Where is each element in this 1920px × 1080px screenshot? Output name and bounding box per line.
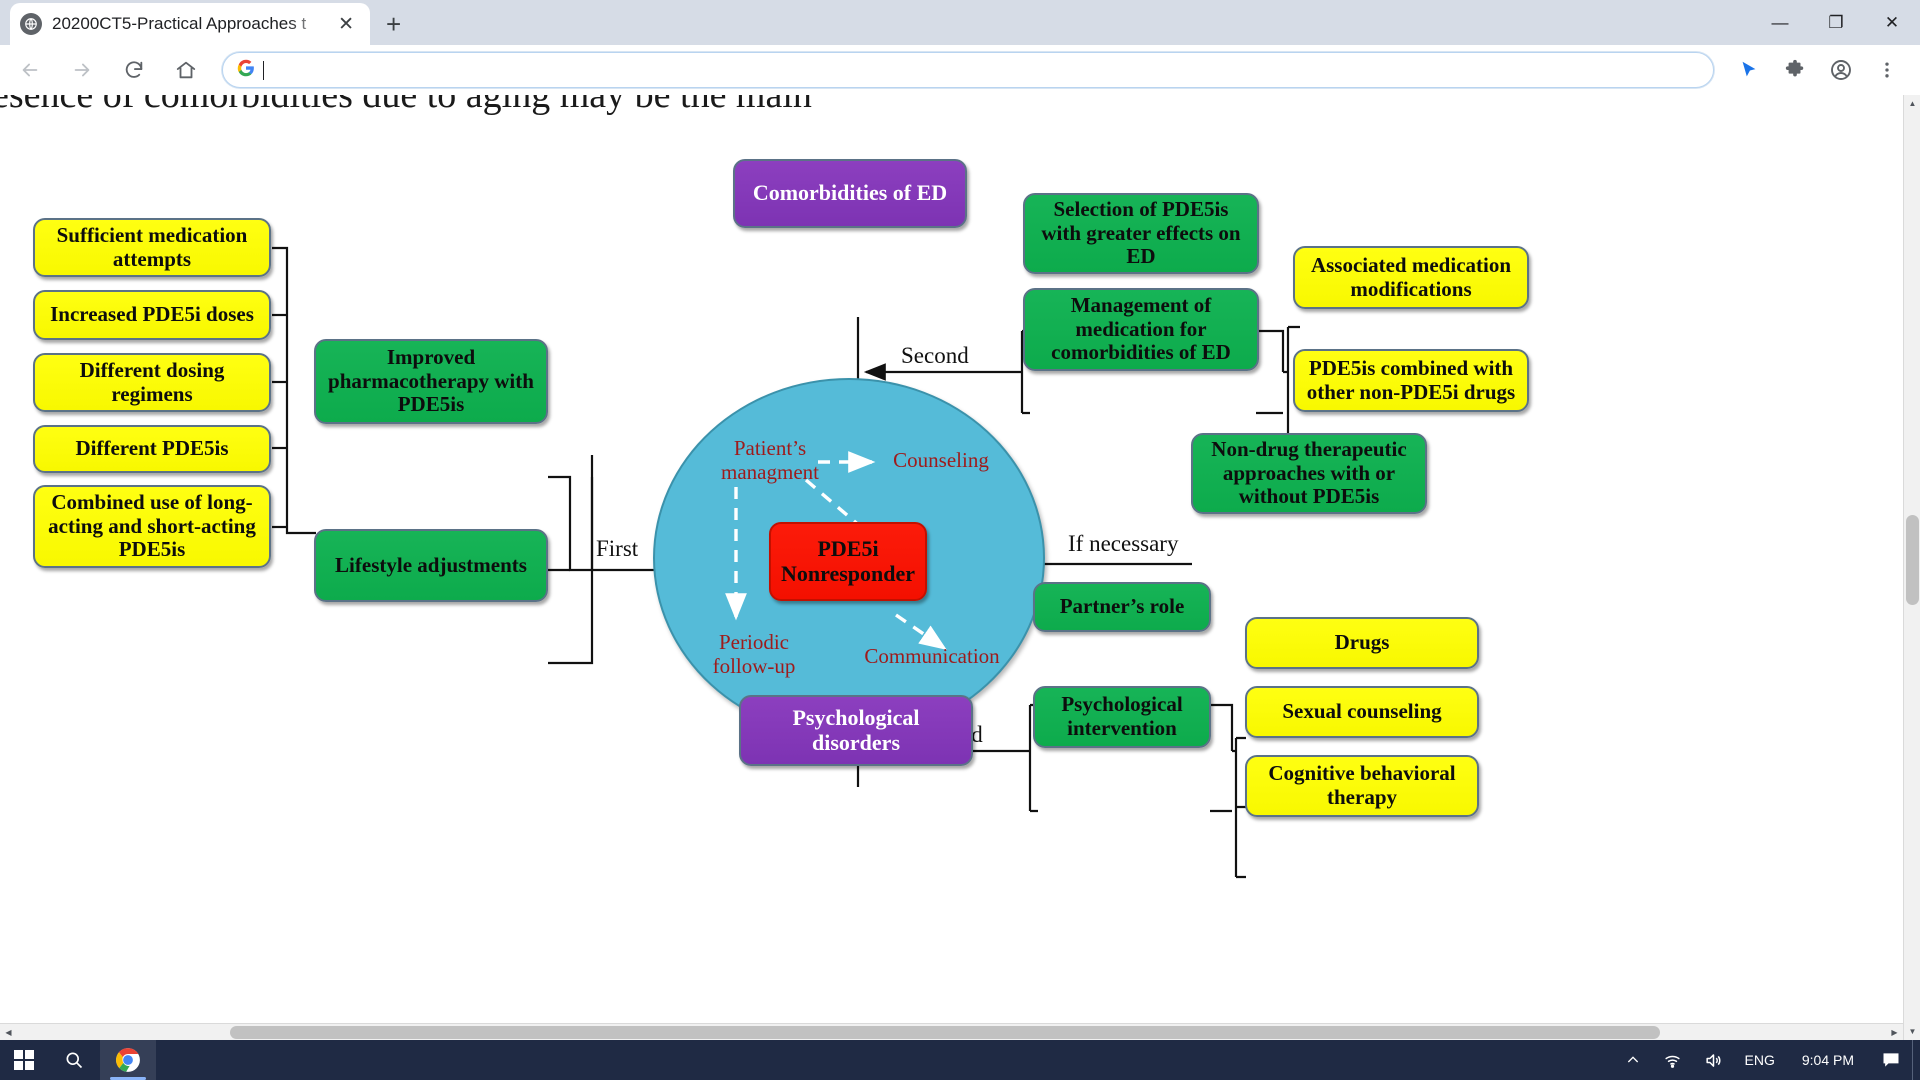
node-non-drug-therapeutic-approaches[interactable]: Non-drug therapeutic approaches with or …	[1191, 433, 1427, 514]
node-partners-role[interactable]: Partner’s role	[1033, 582, 1211, 632]
address-bar[interactable]	[222, 52, 1714, 88]
new-tab-button[interactable]: +	[386, 11, 401, 37]
node-associated-medication-modifications[interactable]: Associated medication modifications	[1293, 246, 1529, 309]
clock[interactable]: 9:04 PM	[1786, 1040, 1870, 1080]
browser-toolbar	[0, 45, 1920, 95]
node-psychological-disorders[interactable]: Psychological disorders	[739, 695, 973, 766]
node-improved-pharmacotherapy[interactable]: Improved pharmacotherapy with PDE5is	[314, 339, 548, 424]
browser-tab[interactable]: 20200CT5-Practical Approaches t ✕	[10, 3, 370, 45]
browser-window: 20200CT5-Practical Approaches t ✕ + — ❐ …	[0, 0, 1920, 1040]
windows-logo-icon[interactable]	[0, 1040, 48, 1080]
page-viewport: esence of comorbidities due to aging may…	[0, 95, 1920, 1040]
node-drugs[interactable]: Drugs	[1245, 617, 1479, 669]
maximize-button[interactable]: ❐	[1808, 0, 1864, 45]
ellipse-label-periodic-follow-up: Periodic follow-up	[712, 630, 796, 679]
home-icon[interactable]	[164, 48, 208, 92]
speech-bubble-icon[interactable]	[1870, 1040, 1912, 1080]
scroll-up-arrow-icon[interactable]: ▲	[1904, 95, 1920, 112]
scroll-left-arrow-icon[interactable]: ◀	[0, 1024, 17, 1041]
edge-label-first: First	[596, 536, 639, 561]
node-pde5i-nonresponder[interactable]: PDE5i Nonresponder	[769, 522, 927, 601]
reload-icon[interactable]	[112, 48, 156, 92]
node-comorbidities-of-ed[interactable]: Comorbidities of ED	[733, 159, 967, 228]
node-increased-pde5i-doses[interactable]: Increased PDE5i doses	[33, 290, 271, 340]
edge-label-second-top: Second	[901, 343, 969, 368]
account-circle-icon[interactable]	[1820, 49, 1862, 91]
language-indicator[interactable]: ENG	[1734, 1040, 1786, 1080]
ellipse-label-counseling: Counseling	[893, 448, 989, 472]
node-combined-use-long-short-acting[interactable]: Combined use of long-acting and short-ac…	[33, 485, 271, 568]
node-pde5is-combined-with-others[interactable]: PDE5is combined with other non-PDE5i dru…	[1293, 349, 1529, 412]
scroll-down-arrow-icon[interactable]: ▼	[1904, 1023, 1920, 1040]
arrow-right-icon[interactable]	[60, 48, 104, 92]
node-different-dosing-regimens[interactable]: Different dosing regimens	[33, 353, 271, 412]
window-close-button[interactable]: ✕	[1864, 0, 1920, 45]
globe-icon	[20, 13, 42, 35]
text-caret	[263, 60, 264, 80]
horizontal-scrollbar[interactable]: ◀ ▶	[0, 1023, 1903, 1040]
minimize-button[interactable]: —	[1752, 0, 1808, 45]
vertical-scroll-thumb[interactable]	[1906, 515, 1919, 605]
flowchart-diagram: Patient’s managment Counseling Periodic …	[0, 95, 1903, 1023]
scroll-right-arrow-icon[interactable]: ▶	[1886, 1024, 1903, 1041]
show-desktop-button[interactable]	[1912, 1040, 1920, 1080]
node-sexual-counseling[interactable]: Sexual counseling	[1245, 686, 1479, 738]
window-controls: — ❐ ✕	[1752, 0, 1920, 45]
windows-taskbar: ENG 9:04 PM	[0, 1040, 1920, 1080]
ellipse-label-communication: Communication	[864, 644, 1000, 668]
system-tray: ENG 9:04 PM	[1614, 1040, 1920, 1080]
node-management-of-medication[interactable]: Management of medication for comorbiditi…	[1023, 288, 1259, 371]
node-different-pde5is[interactable]: Different PDE5is	[33, 425, 271, 473]
cursor-icon[interactable]	[1728, 49, 1770, 91]
node-psychological-intervention[interactable]: Psychological intervention	[1033, 686, 1211, 748]
node-lifestyle-adjustments[interactable]: Lifestyle adjustments	[314, 529, 548, 602]
puzzle-piece-icon[interactable]	[1774, 49, 1816, 91]
horizontal-scroll-thumb[interactable]	[230, 1026, 1660, 1039]
wifi-icon[interactable]	[1652, 1040, 1693, 1080]
tab-title: 20200CT5-Practical Approaches t	[52, 14, 307, 33]
three-dot-menu-icon[interactable]	[1866, 49, 1908, 91]
google-g-icon	[237, 59, 255, 82]
edge-label-if-necessary: If necessary	[1068, 531, 1179, 556]
node-selection-of-pde5is[interactable]: Selection of PDE5is with greater effects…	[1023, 193, 1259, 274]
node-cognitive-behavioral-therapy[interactable]: Cognitive behavioral therapy	[1245, 755, 1479, 817]
ellipse-label-patients-management: Patient’s managment	[721, 436, 819, 485]
search-icon[interactable]	[48, 1040, 100, 1080]
chevron-up-icon[interactable]	[1614, 1040, 1652, 1080]
speaker-icon[interactable]	[1693, 1040, 1734, 1080]
close-icon[interactable]: ✕	[332, 13, 360, 36]
arrow-left-icon[interactable]	[8, 48, 52, 92]
chrome-icon[interactable]	[100, 1040, 156, 1080]
node-sufficient-medication-attempts[interactable]: Sufficient medication attempts	[33, 218, 271, 277]
tab-strip: 20200CT5-Practical Approaches t ✕ + — ❐ …	[0, 0, 1920, 45]
vertical-scrollbar[interactable]: ▲ ▼	[1903, 95, 1920, 1040]
